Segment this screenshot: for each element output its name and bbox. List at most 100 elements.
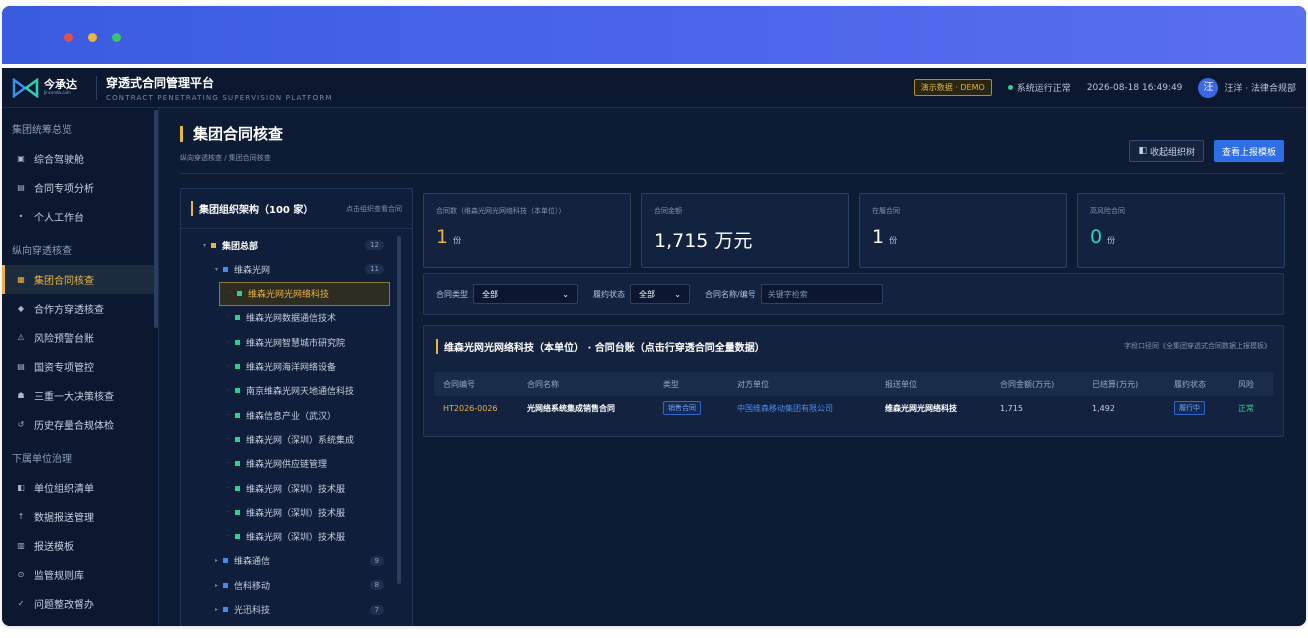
column-header[interactable]: 对方单位 [728, 379, 876, 390]
tree-node-label: 光迅科技 [234, 606, 271, 616]
column-header[interactable]: 履约状态 [1165, 379, 1229, 390]
tree-node[interactable]: · 维森光网（深圳）技术服 [181, 476, 412, 500]
sidebar-item[interactable]: ⚠ 风险预警台账 [2, 323, 158, 352]
bullet-icon: · [229, 290, 231, 298]
contract-type-select[interactable]: 全部 ⌄ [473, 284, 578, 304]
tree-node[interactable]: ▾ 集团总部 12 [181, 233, 412, 257]
sidebar-group-label: 下属单位治理 [12, 454, 72, 465]
tree-node[interactable]: · 维森光网（深圳）技术服 [181, 500, 412, 524]
bullet-icon: · [227, 533, 229, 541]
maximize-window-dot[interactable] [112, 33, 121, 42]
table-cell-text[interactable]: HT2026-0026 [443, 404, 498, 413]
chevron-down-icon: ▾ [215, 265, 219, 273]
chevron-right-icon: ▸ [215, 581, 219, 589]
archive-icon: ▤ [17, 362, 25, 371]
sidebar-item[interactable]: ✓ 问题整改督办 [2, 589, 158, 618]
sidebar-scrollbar[interactable] [154, 110, 158, 328]
logo-name: 今承达 [44, 78, 77, 91]
ledger-title: 维森光网光网络科技（本单位） · 合同台账（点击行穿透合同全量数据） [436, 338, 765, 354]
sidebar-item-label: 集团合同核查 [34, 276, 94, 287]
sidebar-item[interactable]: ▣ 综合驾驶舱 [2, 144, 158, 173]
column-header[interactable]: 风险 [1229, 379, 1269, 390]
dot-icon: • [18, 212, 24, 221]
top-bar: 今承达 Jincenda.com 穿透式合同管理平台 CONTRACT PENE… [2, 68, 1306, 108]
sidebar-item[interactable]: ↺ 历史存量合规体检 [2, 410, 158, 439]
sidebar-item[interactable]: • 个人工作台 [2, 202, 158, 231]
sidebar-item[interactable]: ◧ 单位组织清单 [2, 473, 158, 502]
tree-node-label: 集团总部 [222, 241, 259, 252]
stat-card-label: 在履合同 [872, 207, 900, 215]
system-status-text: 系统运行正常 [1016, 84, 1071, 94]
tree-node-label: 维森光网 [234, 265, 271, 276]
collapse-tree-label: 收起组织树 [1149, 147, 1195, 158]
node-marker-icon [235, 364, 240, 369]
search-placeholder: 关键字检索 [767, 289, 808, 299]
sidebar-item[interactable]: ▥ 报送模板 [2, 531, 158, 560]
tree-node[interactable]: · 维森光网智慧城市研究院 [181, 330, 412, 354]
column-header[interactable]: 合同编号 [434, 379, 518, 390]
table-cell: 1,492 [1083, 404, 1165, 413]
tree-node[interactable]: · 维森光网（深圳）系统集成 [181, 427, 412, 451]
tree-node[interactable]: · 维森光网数据通信技术 [181, 306, 412, 330]
user-menu[interactable]: 汪 汪洋 · 法律合规部 [1198, 77, 1296, 98]
fulfill-status-select[interactable]: 全部 ⌄ [630, 284, 690, 304]
table-cell: 正常 [1229, 403, 1269, 414]
tree-node[interactable]: · 维森光网光网络科技 [219, 281, 390, 306]
tree-node-label: 维森光网（深圳）技术服 [246, 508, 346, 519]
node-marker-icon [223, 266, 228, 272]
bullet-icon: · [227, 411, 229, 419]
column-header[interactable]: 类型 [654, 379, 728, 390]
sidebar-item[interactable]: ▦ 集团合同核查 [2, 265, 158, 294]
tree-node-label: 维森光网（深圳）技术服 [246, 533, 346, 544]
column-header[interactable]: 合同金额(万元) [991, 379, 1083, 390]
column-header[interactable]: 合同名称 [518, 379, 654, 390]
node-marker-icon [223, 607, 228, 612]
org-icon: ◧ [17, 483, 25, 492]
search-input[interactable]: 关键字检索 [760, 284, 883, 304]
close-window-dot[interactable] [64, 33, 73, 42]
sidebar-item-label: 数据报送管理 [34, 513, 94, 524]
view-report-template-button[interactable]: 查看上报模板 [1213, 140, 1284, 162]
table-row[interactable]: HT2026-0026 光网络系统集成销售合同 销售合同 中国维森移动集团有限公司 维森… [434, 396, 1273, 420]
tree-node[interactable]: · 维森光网供应链管理 [181, 452, 412, 476]
tree-node[interactable]: ▾ 维森光网 11 [181, 257, 412, 281]
collapse-tree-button[interactable]: ◧ 收起组织树 [1129, 140, 1204, 162]
tree-node[interactable]: · 维森信息产业（武汉） [181, 403, 412, 427]
logo[interactable]: 今承达 Jincenda.com [12, 77, 96, 98]
table-cell-text: 销售合同 [663, 401, 701, 415]
column-header[interactable]: 报送单位 [876, 379, 991, 390]
browser-bar [2, 6, 1306, 64]
stat-card-value-wrap: 1,715 万元 [654, 226, 836, 253]
tree-node[interactable]: ▸ 信科移动 8 [181, 573, 412, 597]
app-window: 今承达 Jincenda.com 穿透式合同管理平台 CONTRACT PENE… [2, 6, 1306, 626]
sidebar-item[interactable]: ▤ 国资专项管控 [2, 352, 158, 381]
column-header[interactable]: 已结算(万元) [1083, 379, 1165, 390]
sidebar-item[interactable]: ↑ 数据报送管理 [2, 502, 158, 531]
collapse-icon: ◧ [1138, 146, 1147, 156]
minimize-window-dot[interactable] [88, 33, 97, 42]
sidebar-item-label: 个人工作台 [34, 213, 84, 224]
org-tree-panel: 集团组织架构（100 家） 点击组织查看合同 ▾ 集团总部 12 ▾ 维森光网 11 · 维森… [180, 188, 413, 626]
stat-card-label: 合同数（维森光网光网络科技（本单位）） [436, 207, 566, 215]
check-icon: ✓ [17, 599, 25, 608]
chevron-down-icon: ⌄ [562, 289, 569, 299]
sidebar-item[interactable]: ▤ 合同专项分析 [2, 173, 158, 202]
tree-node[interactable]: ▸ 维森通信 9 [181, 549, 412, 573]
table-cell: 履行中 [1165, 401, 1229, 415]
stat-card-unit: 份 [1107, 236, 1116, 245]
stat-card-value-wrap: 0份 [1090, 226, 1272, 248]
sidebar-item[interactable]: ◆ 合作方穿透核查 [2, 294, 158, 323]
avatar: 汪 [1198, 77, 1219, 98]
tree-node[interactable]: · 维森光网海洋网络设备 [181, 355, 412, 379]
bullet-icon: · [227, 314, 229, 322]
tree-node[interactable]: · 维森光网（深圳）技术服 [181, 525, 412, 549]
tree-node-label: 维森光网数据通信技术 [246, 314, 337, 325]
tree-node[interactable]: ▸ 光迅科技 7 [181, 598, 412, 622]
sidebar-item[interactable]: ⊙ 监管规则库 [2, 560, 158, 589]
contract-type-value: 全部 [482, 289, 498, 299]
tree-node[interactable]: · 南京维森光网天地通信科技 [181, 379, 412, 403]
sidebar-item[interactable]: ☗ 三重一大决策核查 [2, 381, 158, 410]
table-cell-text[interactable]: 中国维森移动集团有限公司 [737, 404, 833, 413]
node-marker-icon [235, 412, 240, 418]
status-dot-icon [1007, 85, 1013, 90]
